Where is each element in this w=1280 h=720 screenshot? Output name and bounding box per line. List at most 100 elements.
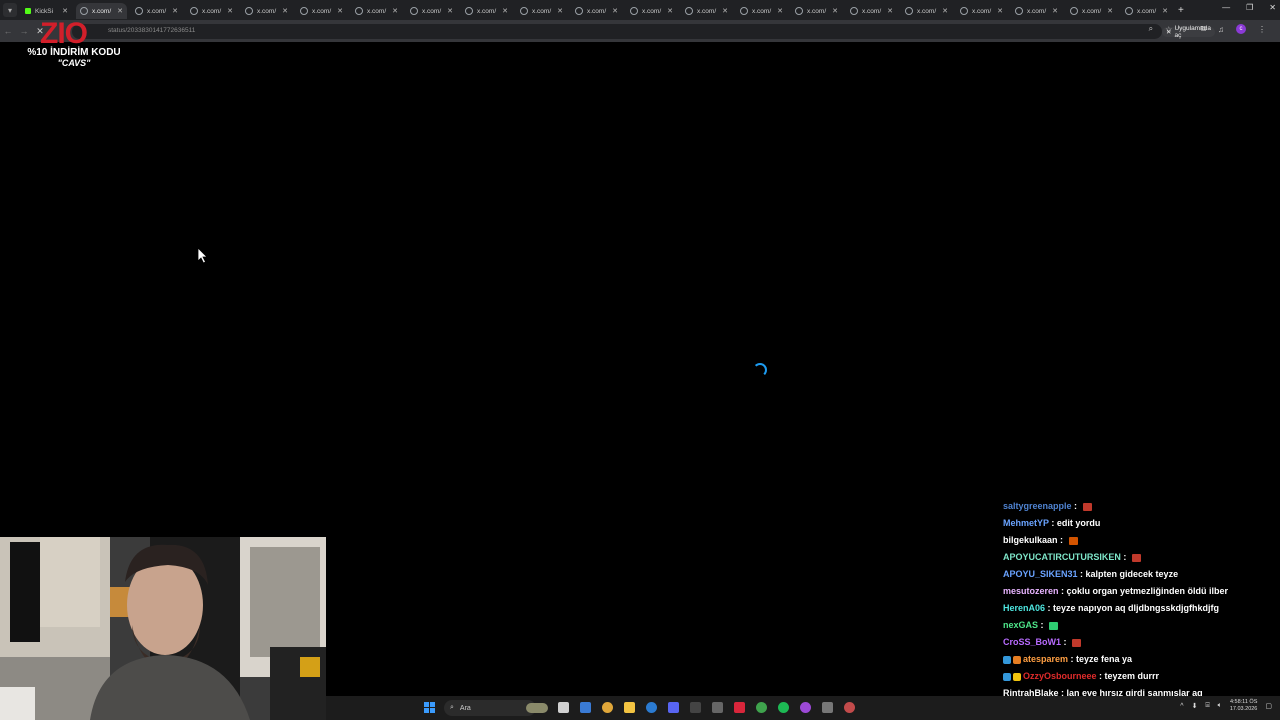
- chat-separator: :: [1045, 603, 1054, 613]
- browser-tab[interactable]: x.com/ ✕: [791, 3, 842, 19]
- close-tab-icon[interactable]: ✕: [1052, 7, 1058, 15]
- app-c-icon[interactable]: [646, 702, 657, 713]
- x-favicon-icon: [685, 7, 693, 15]
- copilot-icon[interactable]: [580, 702, 591, 713]
- obs-icon[interactable]: [690, 702, 701, 713]
- browser-tab[interactable]: x.com/ ✕: [956, 3, 1007, 19]
- browser-tab[interactable]: x.com/ ✕: [406, 3, 457, 19]
- browser-tab[interactable]: x.com/ ✕: [681, 3, 732, 19]
- download-icon[interactable]: ⬇: [1192, 702, 1198, 710]
- steam-icon[interactable]: [712, 702, 723, 713]
- mouse-cursor-icon: [197, 247, 208, 264]
- chrome-icon[interactable]: [602, 702, 613, 713]
- chat-username[interactable]: APOYUCATIRCUTURSIKEN: [1003, 552, 1121, 562]
- close-tab-icon[interactable]: ✕: [392, 7, 398, 15]
- tab-label: x.com/: [477, 7, 497, 15]
- close-tab-icon[interactable]: ✕: [612, 7, 618, 15]
- close-tab-icon[interactable]: ✕: [777, 7, 783, 15]
- chat-username[interactable]: OzzyOsbourneee: [1023, 671, 1097, 681]
- browser-tab[interactable]: x.com/ ✕: [736, 3, 787, 19]
- extensions-icon[interactable]: ⧉: [1200, 24, 1206, 34]
- chat-username[interactable]: atesparem: [1023, 654, 1068, 664]
- chat-username[interactable]: CroSS_BoW1: [1003, 637, 1061, 647]
- close-tab-icon[interactable]: ✕: [1162, 7, 1168, 15]
- toolbar-icons: ⌕ ☆ ⧉ ♫ c ⋮: [1149, 24, 1266, 34]
- back-icon[interactable]: ←: [0, 26, 16, 36]
- close-tab-icon[interactable]: ✕: [667, 7, 673, 15]
- task-view-icon[interactable]: [558, 702, 569, 713]
- chat-username[interactable]: bilgekulkaan: [1003, 535, 1058, 545]
- chat-username[interactable]: MehmetYP: [1003, 518, 1049, 528]
- app-green-icon[interactable]: [756, 702, 767, 713]
- close-tab-icon[interactable]: ✕: [832, 7, 838, 15]
- discord-icon[interactable]: [668, 702, 679, 713]
- spotify-icon[interactable]: [778, 702, 789, 713]
- close-tab-icon[interactable]: ✕: [62, 7, 68, 15]
- browser-tab[interactable]: x.com/ ✕: [351, 3, 402, 19]
- browser-tab[interactable]: x.com/ ✕: [241, 3, 292, 19]
- webcam-image: [0, 537, 326, 720]
- close-tab-icon[interactable]: ✕: [557, 7, 563, 15]
- volume-icon[interactable]: 🔈︎: [1218, 702, 1222, 710]
- browser-tab[interactable]: x.com/ ✕: [1011, 3, 1062, 19]
- browser-tab[interactable]: x.com/ ✕: [1066, 3, 1117, 19]
- taskbar-search-box[interactable]: ⌕ Ara: [444, 700, 536, 716]
- widgets-icon[interactable]: [526, 703, 548, 713]
- browser-tab[interactable]: x.com/ ✕: [571, 3, 622, 19]
- browser-tab[interactable]: x.com/ ✕: [186, 3, 237, 19]
- browser-tab[interactable]: x.com/ ✕: [1121, 3, 1172, 19]
- windows-start-icon[interactable]: [424, 702, 435, 713]
- maximize-icon[interactable]: ❐: [1246, 3, 1253, 12]
- close-tab-icon[interactable]: ✕: [502, 7, 508, 15]
- chat-username[interactable]: HerenA06: [1003, 603, 1045, 613]
- network-icon[interactable]: ⌸: [1205, 702, 1209, 710]
- browser-tab[interactable]: x.com/ ✕: [901, 3, 952, 19]
- taskbar-clock[interactable]: 4:58:11 ÖS 17.03.2026: [1230, 699, 1258, 713]
- browser-tab[interactable]: x.com/ ✕: [846, 3, 897, 19]
- close-tab-icon[interactable]: ✕: [172, 7, 178, 15]
- bookmark-star-icon[interactable]: ☆: [1165, 25, 1172, 34]
- notification-icon[interactable]: ▢: [1265, 702, 1272, 710]
- close-tab-icon[interactable]: ✕: [447, 7, 453, 15]
- app-red-icon[interactable]: [734, 702, 745, 713]
- app-record-icon[interactable]: [844, 702, 855, 713]
- close-tab-icon[interactable]: ✕: [1107, 7, 1113, 15]
- chat-username[interactable]: mesutozeren: [1003, 586, 1059, 596]
- promo-line-1: %10 İNDİRİM KODU: [27, 47, 121, 58]
- browser-tab[interactable]: x.com/ ✕: [296, 3, 347, 19]
- chat-username[interactable]: nexGAS: [1003, 620, 1038, 630]
- chat-text: çoklu organ yetmezliğinden öldü ilber: [1066, 586, 1229, 596]
- address-bar[interactable]: status/2033830141772636511 ✕ Uygulamada …: [72, 24, 1215, 39]
- chat-username[interactable]: saltygreenapple: [1003, 501, 1072, 511]
- browser-tab[interactable]: x.com/ ✕: [516, 3, 567, 19]
- browser-tab[interactable]: x.com/ ✕: [626, 3, 677, 19]
- close-tab-icon[interactable]: ✕: [942, 7, 948, 15]
- close-tab-icon[interactable]: ✕: [337, 7, 343, 15]
- chat-message: MehmetYP : edit yordu: [1003, 515, 1275, 532]
- profile-avatar[interactable]: c: [1236, 24, 1246, 34]
- browser-tab[interactable]: x.com/ ✕: [131, 3, 182, 19]
- browser-tab[interactable]: x.com/ ✕: [461, 3, 512, 19]
- close-window-icon[interactable]: ✕: [1269, 3, 1276, 12]
- close-tab-icon[interactable]: ✕: [722, 7, 728, 15]
- media-control-icon[interactable]: ♫: [1218, 25, 1224, 34]
- x-favicon-icon: [630, 7, 638, 15]
- file-explorer-icon[interactable]: [624, 702, 635, 713]
- tab-search-menu-button[interactable]: ▾: [3, 3, 17, 17]
- close-tab-icon[interactable]: ✕: [117, 7, 123, 15]
- app-gray-icon[interactable]: [822, 702, 833, 713]
- close-tab-icon[interactable]: ✕: [887, 7, 893, 15]
- browser-menu-icon[interactable]: ⋮: [1258, 25, 1266, 34]
- close-tab-icon[interactable]: ✕: [227, 7, 233, 15]
- minimize-icon[interactable]: —: [1222, 3, 1230, 12]
- new-tab-button[interactable]: +: [1178, 5, 1184, 16]
- tab-label: x.com/: [917, 7, 937, 15]
- tray-chevron-icon[interactable]: ^: [1180, 703, 1183, 710]
- browser-alt-icon[interactable]: [800, 702, 811, 713]
- close-tab-icon[interactable]: ✕: [997, 7, 1003, 15]
- close-tab-icon[interactable]: ✕: [282, 7, 288, 15]
- webcam-video: [0, 537, 326, 720]
- x-favicon-icon: [1015, 7, 1023, 15]
- zoom-icon[interactable]: ⌕: [1149, 24, 1153, 34]
- chat-username[interactable]: APOYU_SIKEN31: [1003, 569, 1078, 579]
